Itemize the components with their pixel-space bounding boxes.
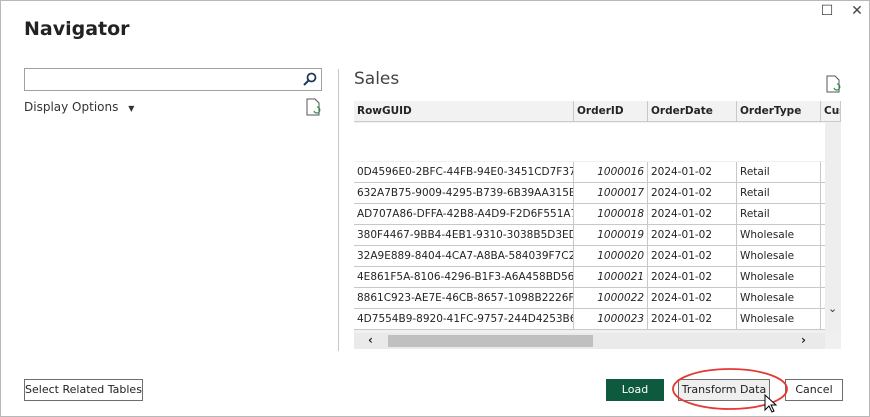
close-button[interactable]: ✕ (843, 1, 870, 21)
column-header[interactable]: Cus (821, 101, 841, 122)
table-cell: 632A7B75-9009-4295-B739-6B39AA315E92 (354, 183, 574, 204)
load-button[interactable]: Load (606, 379, 664, 401)
table-cell: 2024-01-02 (648, 246, 737, 267)
search-icon (303, 72, 317, 86)
scrollbar-thumb[interactable] (388, 335, 593, 347)
dialog-title: Navigator (24, 18, 130, 40)
table-row: 4E861F5A-8106-4296-B1F3-A6A458BD56A2 1000… (354, 267, 825, 288)
preview-table: RowGUID OrderID OrderDate OrderType Cus … (354, 101, 841, 349)
table-cell: 2024-01-02 (648, 183, 737, 204)
horizontal-scrollbar[interactable]: ‹ › (354, 333, 825, 349)
navigator-dialog: Navigator ☐ ✕ Display Options ▼ Sales Ro… (0, 0, 870, 417)
table-cell: 0D4596E0-2BFC-44FB-94E0-3451CD7F3762 (354, 162, 574, 183)
table-cell: 1000022 (574, 288, 648, 309)
scroll-left-icon[interactable]: ‹ (368, 333, 373, 347)
table-cell: 2024-01-02 (648, 225, 737, 246)
table-row: 8861C923-AE7E-46CB-8657-1098B2226FCE 1000… (354, 288, 825, 309)
scroll-down-icon[interactable]: ⌄ (828, 302, 837, 315)
table-cell: 1000016 (574, 162, 648, 183)
column-header[interactable]: OrderID (574, 101, 648, 122)
column-header[interactable]: OrderDate (648, 101, 737, 122)
maximize-button[interactable]: ☐ (813, 1, 841, 21)
table-cell: Wholesale (737, 246, 821, 267)
vertical-scrollbar[interactable]: ⌄ (825, 122, 841, 333)
scroll-right-icon[interactable]: › (801, 333, 806, 347)
table-cell: 2024-01-02 (648, 204, 737, 225)
chevron-down-icon: ▼ (128, 104, 135, 113)
table-cell: 2024-01-02 (648, 267, 737, 288)
table-row: 380F4467-9BB4-4EB1-9310-3038B5D3EDF4 1000… (354, 225, 825, 246)
column-header[interactable]: RowGUID (354, 101, 574, 122)
refresh-preview-icon[interactable] (826, 75, 842, 93)
refresh-file-icon[interactable] (306, 98, 322, 116)
table-cell: 4D7554B9-8920-41FC-9757-244D4253B662 (354, 309, 574, 330)
table-cell: Retail (737, 162, 821, 183)
table-cell: 32A9E889-8404-4CA7-A8BA-584039F7C2B8 (354, 246, 574, 267)
display-options-dropdown[interactable]: Display Options ▼ (24, 100, 134, 114)
table-cell: 4E861F5A-8106-4296-B1F3-A6A458BD56A2 (354, 267, 574, 288)
table-cell: 1000019 (574, 225, 648, 246)
preview-title: Sales (354, 69, 400, 89)
table-cell: 2024-01-02 (648, 309, 737, 330)
table-cell: 2024-01-02 (648, 288, 737, 309)
table-row: 0D4596E0-2BFC-44FB-94E0-3451CD7F3762 1000… (354, 162, 825, 183)
table-cell: Retail (737, 204, 821, 225)
table-cell: 1000023 (574, 309, 648, 330)
table-row: 632A7B75-9009-4295-B739-6B39AA315E92 1000… (354, 183, 825, 204)
table-cell: Wholesale (737, 288, 821, 309)
table-cell: AD707A86-DFFA-42B8-A4D9-F2D6F551A725 (354, 204, 574, 225)
table-cell: 8861C923-AE7E-46CB-8657-1098B2226FCE (354, 288, 574, 309)
search-input[interactable] (24, 68, 322, 91)
table-cell: Retail (737, 183, 821, 204)
table-cell: Wholesale (737, 225, 821, 246)
table-cell: 1000018 (574, 204, 648, 225)
table-cell: 2024-01-02 (648, 162, 737, 183)
table-row: 4D7554B9-8920-41FC-9757-244D4253B662 1000… (354, 309, 825, 330)
table-row: 32A9E889-8404-4CA7-A8BA-584039F7C2B8 1000… (354, 246, 825, 267)
select-related-tables-button[interactable]: Select Related Tables (24, 379, 143, 401)
table-cell: Wholesale (737, 267, 821, 288)
table-cell: 1000021 (574, 267, 648, 288)
mouse-cursor-icon (764, 394, 778, 413)
table-row: AD707A86-DFFA-42B8-A4D9-F2D6F551A725 1000… (354, 204, 825, 225)
table-cell: 1000020 (574, 246, 648, 267)
table-cell: 380F4467-9BB4-4EB1-9310-3038B5D3EDF4 (354, 225, 574, 246)
table-cell: Wholesale (737, 309, 821, 330)
table-header: RowGUID OrderID OrderDate OrderType Cus (354, 101, 841, 122)
table-cell: 1000017 (574, 183, 648, 204)
pane-divider (338, 69, 339, 351)
column-header[interactable]: OrderType (737, 101, 821, 122)
display-options-label: Display Options (24, 100, 119, 114)
loading-rows (354, 123, 825, 161)
